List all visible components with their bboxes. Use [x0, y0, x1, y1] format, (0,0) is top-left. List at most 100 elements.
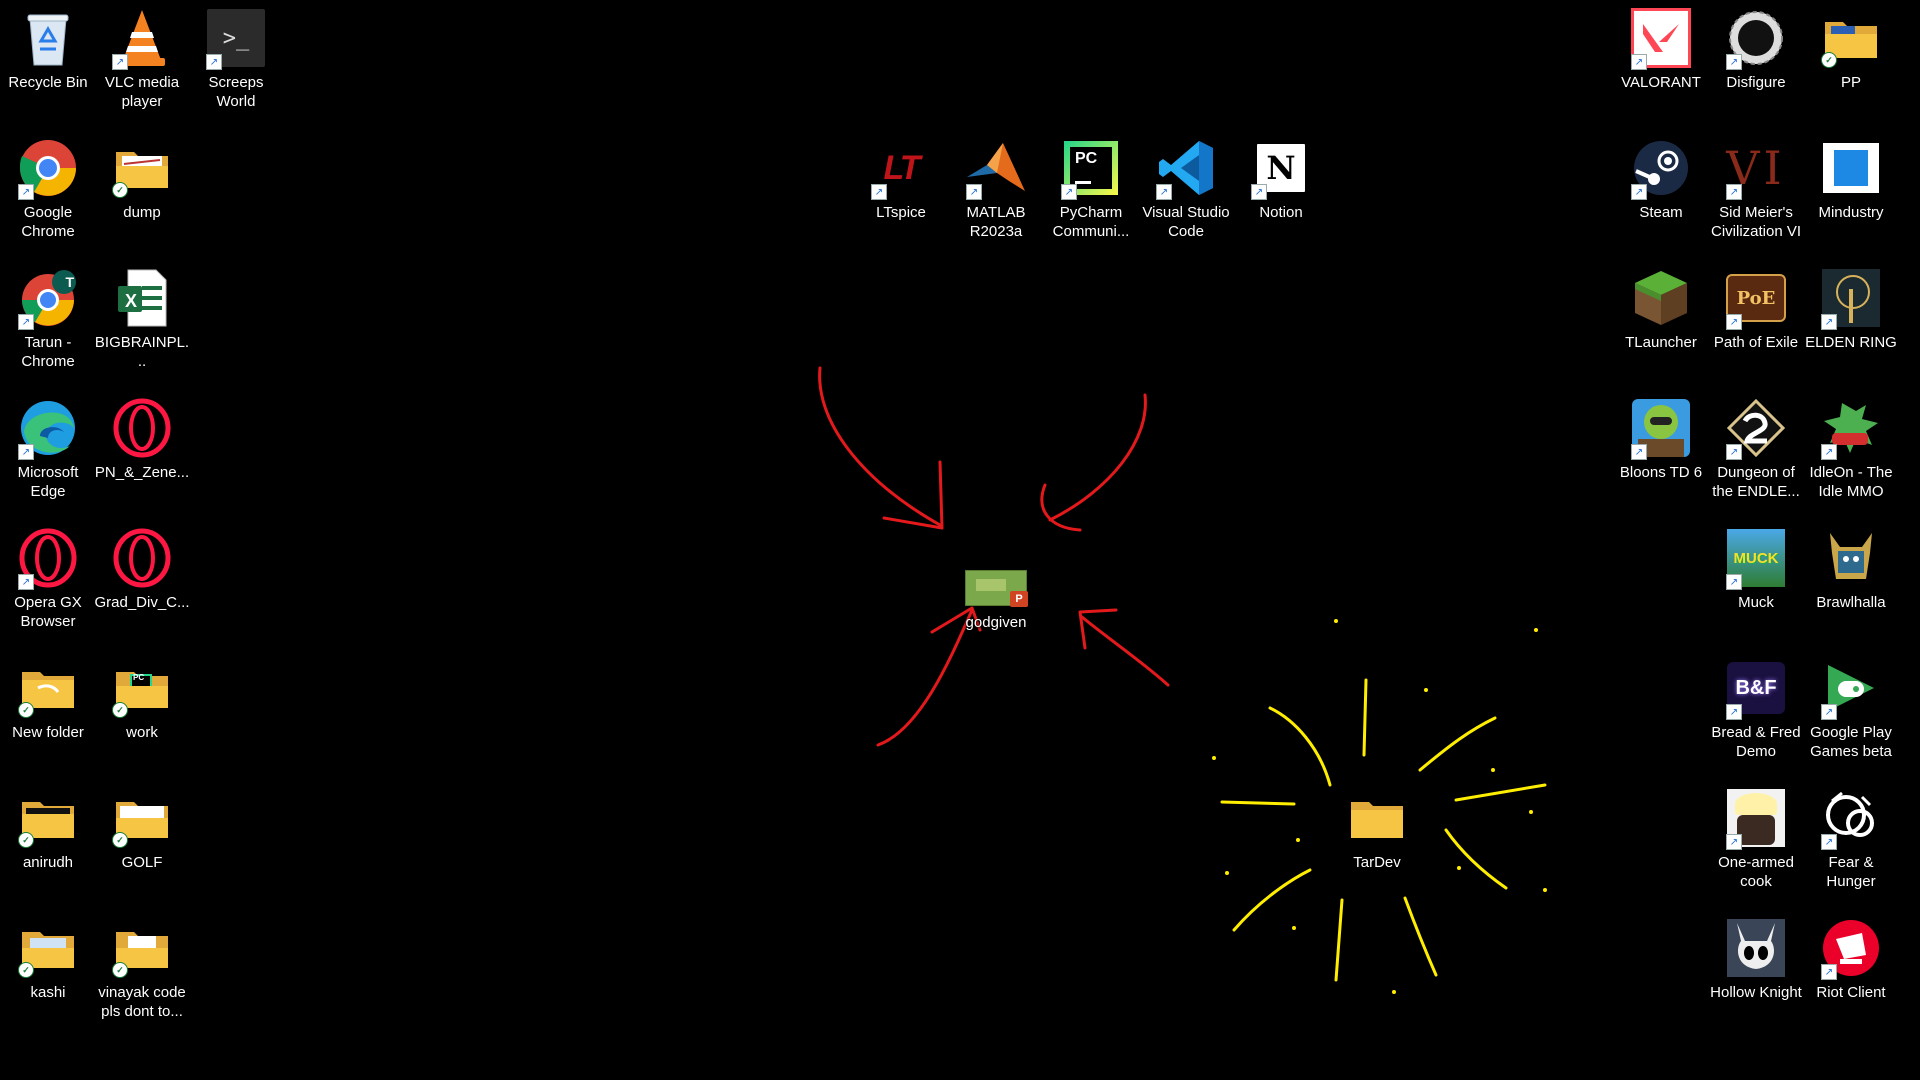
desktop-icon-label: vinayak code pls dont to...: [98, 984, 186, 1020]
desktop-icon-fear-hunger[interactable]: ↗ Fear & Hunger: [1803, 782, 1899, 906]
desktop-icon-google-chrome[interactable]: ↗ Google Chrome: [0, 132, 96, 256]
desktop-icon-tarun-chrome[interactable]: T ↗ Tarun - Chrome: [0, 262, 96, 386]
desktop-icon-label: Opera GX Browser: [14, 594, 82, 630]
poe-icon: PoE ↗: [1724, 266, 1788, 330]
desktop-icon-recycle-bin[interactable]: Recycle Bin: [0, 2, 96, 126]
desktop-icon-path-of-exile[interactable]: PoE ↗ Path of Exile: [1708, 262, 1804, 386]
desktop-icon-brawlhalla[interactable]: Brawlhalla: [1803, 522, 1899, 646]
desktop-icon-grad-div[interactable]: Grad_Div_C...: [94, 522, 190, 646]
shortcut-arrow-icon: ↗: [18, 314, 34, 330]
desktop-icon-google-play-games[interactable]: ↗ Google Play Games beta: [1803, 652, 1899, 776]
desktop-icon-label: VLC media player: [104, 74, 180, 110]
desktop-icon-notion[interactable]: N ↗ Notion: [1233, 132, 1329, 256]
desktop-icon-dungeon-endless[interactable]: ↗ Dungeon of the ENDLE...: [1708, 392, 1804, 516]
desktop-icon-anirudh[interactable]: ✓ anirudh: [0, 782, 96, 906]
desktop-icon-label: Path of Exile: [1713, 334, 1799, 351]
one-armed-cook-icon: ↗: [1724, 786, 1788, 850]
desktop-icon-label: GOLF: [121, 854, 163, 871]
desktop-icon-label: Dungeon of the ENDLE...: [1712, 464, 1800, 500]
notion-icon: N ↗: [1249, 136, 1313, 200]
desktop-icon-disfigure[interactable]: ↗ Disfigure: [1708, 2, 1804, 126]
desktop-icon-label: Steam: [1639, 204, 1683, 221]
desktop-icon-microsoft-edge[interactable]: ↗ Microsoft Edge: [0, 392, 96, 516]
desktop-icon-bread-fred[interactable]: B&F ↗ Bread & Fred Demo: [1708, 652, 1804, 776]
google-play-games-icon: ↗: [1819, 656, 1883, 720]
desktop-icon-label: PyCharm Communi...: [1052, 204, 1130, 240]
desktop-icon-valorant[interactable]: ↗ VALORANT: [1613, 2, 1709, 126]
excel-letter: X: [125, 291, 138, 311]
desktop-icon-bigbrainpl[interactable]: X BIGBRAINPL...: [94, 262, 190, 386]
folder-icon: ✓: [110, 916, 174, 980]
vscode-icon: ↗: [1154, 136, 1218, 200]
desktop-icon-label: Bread & Fred Demo: [1711, 724, 1801, 760]
desktop-icon-screeps-world[interactable]: >_ ↗ Screeps World: [188, 2, 284, 126]
opera-icon: [110, 396, 174, 460]
sync-check-icon: ✓: [18, 962, 34, 978]
desktop-icon-kashi[interactable]: ✓ kashi: [0, 912, 96, 1036]
pycharm-icon: PC ↗: [1059, 136, 1123, 200]
fear-hunger-icon: ↗: [1819, 786, 1883, 850]
desktop-icon-label: Riot Client: [1816, 984, 1886, 1001]
vlc-icon: ↗: [110, 6, 174, 70]
desktop-icon-label: Muck: [1738, 594, 1774, 611]
shortcut-arrow-icon: ↗: [1061, 184, 1077, 200]
sync-check-icon: ✓: [18, 832, 34, 848]
desktop-icon-ltspice[interactable]: LT ↗ LTspice: [853, 132, 949, 256]
desktop-icon-label: One-armed cook: [1718, 854, 1794, 890]
desktop-icon-label: Notion: [1259, 204, 1303, 221]
folder-icon: ✓: [110, 786, 174, 850]
muck-icon: MUCK ↗: [1724, 526, 1788, 590]
folder-icon: ✓: [16, 786, 80, 850]
chrome-profile-icon: T ↗: [16, 266, 80, 330]
desktop-icon-vscode[interactable]: ↗ Visual Studio Code: [1138, 132, 1234, 256]
desktop-icon-vlc[interactable]: ↗ VLC media player: [94, 2, 190, 126]
shortcut-arrow-icon: ↗: [18, 574, 34, 590]
shortcut-arrow-icon: ↗: [871, 184, 887, 200]
desktop-icon-hollow-knight[interactable]: Hollow Knight: [1708, 912, 1804, 1036]
desktop-icon-matlab[interactable]: ↗ MATLAB R2023a: [948, 132, 1044, 256]
shortcut-arrow-icon: ↗: [1821, 704, 1837, 720]
desktop-icon-mindustry[interactable]: Mindustry: [1803, 132, 1899, 256]
ltspice-icon: LT ↗: [869, 136, 933, 200]
matlab-icon: ↗: [964, 136, 1028, 200]
desktop-icon-vinayak-code[interactable]: ✓ vinayak code pls dont to...: [94, 912, 190, 1036]
desktop-icon-idleon[interactable]: ↗ IdleOn - The Idle MMO: [1803, 392, 1899, 516]
desktop-icon-godgiven[interactable]: P godgiven: [948, 542, 1044, 666]
shortcut-arrow-icon: ↗: [1726, 574, 1742, 590]
sync-check-icon: ✓: [1821, 52, 1837, 68]
desktop-icon-pycharm[interactable]: PC ↗ PyCharm Communi...: [1043, 132, 1139, 256]
ltspice-logo-text: LT: [883, 148, 920, 187]
shortcut-arrow-icon: ↗: [1631, 184, 1647, 200]
shortcut-arrow-icon: ↗: [1821, 834, 1837, 850]
desktop-icon-pn-zene[interactable]: PN_&_Zene...: [94, 392, 190, 516]
desktop-icon-label: PP: [1840, 74, 1861, 91]
desktop-icon-label: Visual Studio Code: [1142, 204, 1230, 240]
folder-icon: ✓: [1819, 6, 1883, 70]
desktop-icon-label: Bloons TD 6: [1619, 464, 1703, 481]
desktop-icon-pp[interactable]: ✓ PP: [1803, 2, 1899, 126]
desktop-icon-muck[interactable]: MUCK ↗ Muck: [1708, 522, 1804, 646]
desktop-icon-riot-client[interactable]: ↗ Riot Client: [1803, 912, 1899, 1036]
desktop-icon-golf[interactable]: ✓ GOLF: [94, 782, 190, 906]
desktop-icon-label: Disfigure: [1726, 74, 1786, 91]
shortcut-arrow-icon: ↗: [206, 54, 222, 70]
desktop-icon-bloons-td6[interactable]: ↗ Bloons TD 6: [1613, 392, 1709, 516]
desktop-icon-civilization-vi[interactable]: VI ↗ Sid Meier's Civilization VI: [1708, 132, 1804, 256]
desktop-icon-label: LTspice: [876, 204, 926, 221]
desktop-icon-tlauncher[interactable]: TLauncher: [1613, 262, 1709, 386]
desktop-icon-work[interactable]: PC ✓ work: [94, 652, 190, 776]
desktop-icon-elden-ring[interactable]: ↗ ELDEN RING: [1803, 262, 1899, 386]
desktop-icon-label: PN_&_Zene...: [94, 464, 190, 481]
desktop-icon-tardev[interactable]: TarDev: [1329, 782, 1425, 906]
desktop-icon-new-folder[interactable]: ✓ New folder: [0, 652, 96, 776]
chrome-icon: ↗: [16, 136, 80, 200]
riot-client-icon: ↗: [1819, 916, 1883, 980]
desktop-icon-dump[interactable]: ✓ dump: [94, 132, 190, 256]
desktop-icon-one-armed-cook[interactable]: ↗ One-armed cook: [1708, 782, 1804, 906]
steam-icon: ↗: [1629, 136, 1693, 200]
shortcut-arrow-icon: ↗: [1726, 704, 1742, 720]
desktop-icon-steam[interactable]: ↗ Steam: [1613, 132, 1709, 256]
desktop-icon-opera-gx[interactable]: ↗ Opera GX Browser: [0, 522, 96, 646]
shortcut-arrow-icon: ↗: [18, 444, 34, 460]
shortcut-arrow-icon: ↗: [1726, 314, 1742, 330]
